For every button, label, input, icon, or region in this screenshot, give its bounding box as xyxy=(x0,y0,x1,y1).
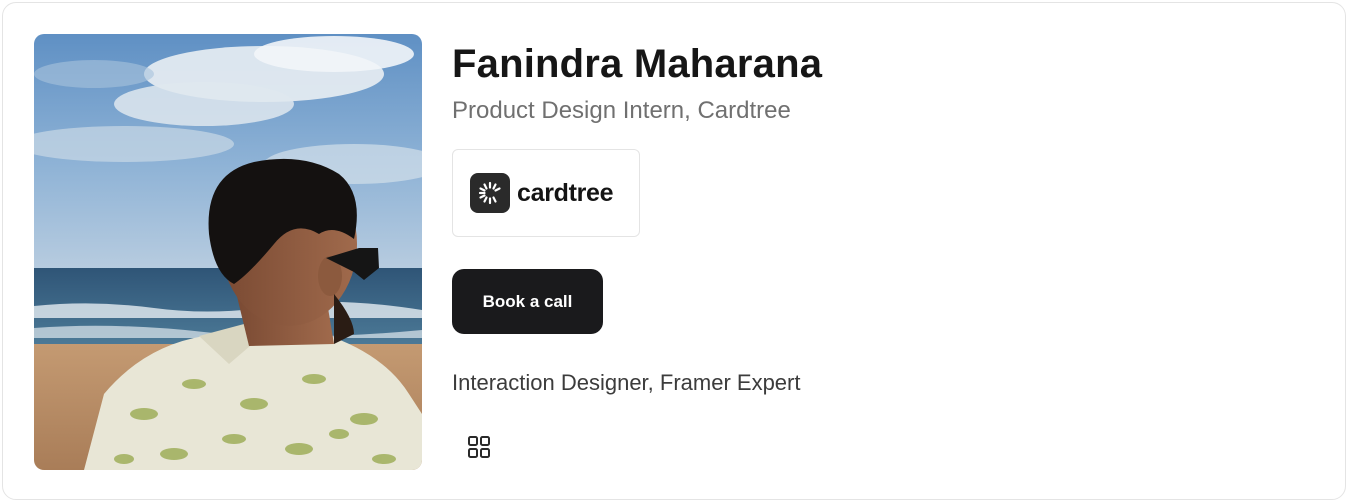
profile-card: Fanindra Maharana Product Design Intern,… xyxy=(2,2,1346,500)
book-call-button[interactable]: Book a call xyxy=(452,269,603,334)
profile-name: Fanindra Maharana xyxy=(452,42,823,86)
company-logo-card[interactable]: cardtree xyxy=(452,149,640,237)
profile-photo xyxy=(34,34,422,470)
grid-icon[interactable] xyxy=(464,432,494,462)
profile-tagline: Interaction Designer, Framer Expert xyxy=(452,370,801,395)
company-name: cardtree xyxy=(517,178,614,207)
profile-info: Fanindra Maharana Product Design Intern,… xyxy=(452,34,1332,458)
cardtree-logo-icon xyxy=(470,173,510,213)
profile-role: Product Design Intern, Cardtree xyxy=(452,97,791,124)
